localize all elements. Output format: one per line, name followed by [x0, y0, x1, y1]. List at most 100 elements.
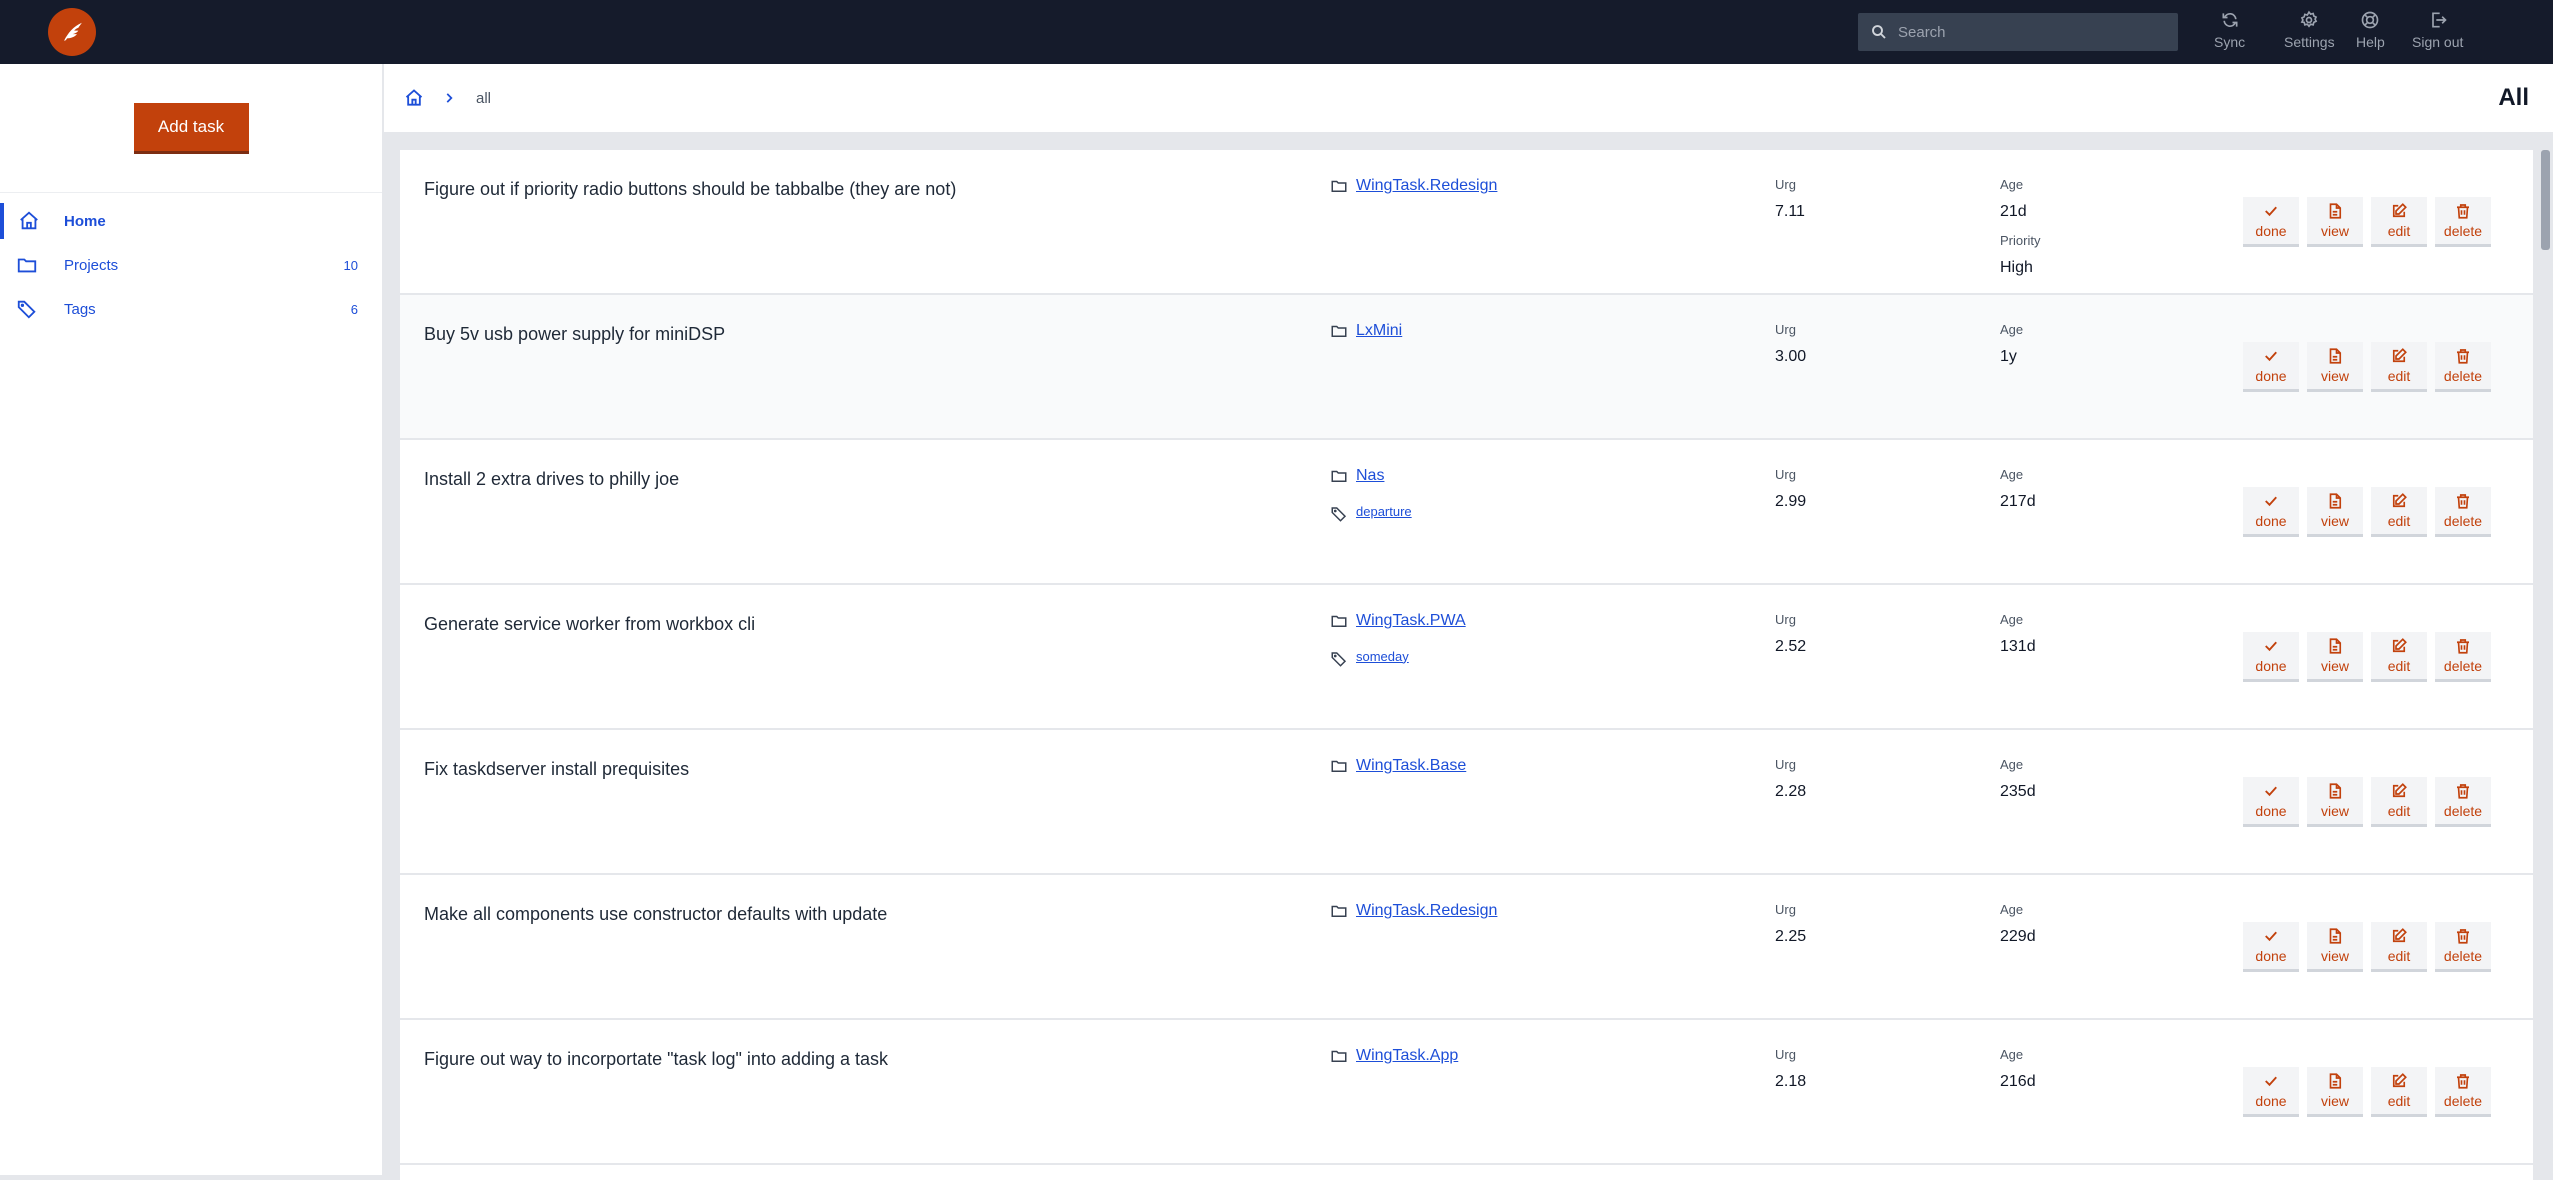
done-button[interactable]: done: [2243, 342, 2299, 392]
done-button[interactable]: done: [2243, 1067, 2299, 1117]
edit-button[interactable]: edit: [2371, 922, 2427, 972]
edit-icon: [2392, 638, 2407, 653]
check-icon: [2265, 206, 2277, 217]
edit-button[interactable]: edit: [2371, 632, 2427, 682]
view-button[interactable]: view: [2307, 342, 2363, 392]
sidebar-item-home[interactable]: Home: [0, 199, 382, 243]
task-meta: WingTask.Redesign: [1330, 900, 1497, 922]
urgency: Urg 2.99: [1775, 467, 1806, 513]
done-button[interactable]: done: [2243, 197, 2299, 247]
view-button[interactable]: view: [2307, 487, 2363, 537]
task-description[interactable]: Generate service worker from workbox cli: [424, 614, 755, 635]
project-link[interactable]: WingTask.Base: [1356, 757, 1466, 775]
age: Age 217d: [2000, 467, 2036, 513]
task-actions: done view edit delete: [2243, 777, 2491, 827]
done-label: done: [2255, 223, 2287, 239]
delete-button[interactable]: delete: [2435, 197, 2491, 247]
view-button[interactable]: view: [2307, 777, 2363, 827]
sidebar-item-tags[interactable]: Tags 6: [0, 287, 382, 331]
task-description[interactable]: Buy 5v usb power supply for miniDSP: [424, 324, 725, 345]
wing-logo[interactable]: [48, 8, 96, 56]
delete-button[interactable]: delete: [2435, 1067, 2491, 1117]
view-label: view: [2320, 368, 2349, 384]
check-icon: [2265, 1076, 2277, 1087]
sign-out-icon: [2431, 12, 2447, 28]
age-label: Age: [2000, 902, 2024, 917]
delete-label: delete: [2443, 223, 2483, 239]
done-button[interactable]: done: [2243, 777, 2299, 827]
check-icon: [2265, 931, 2277, 942]
sync-icon: [2222, 13, 2238, 27]
help-button[interactable]: Help: [2356, 10, 2385, 50]
search-box[interactable]: [1858, 13, 2178, 51]
breadcrumb: all All: [384, 64, 2553, 132]
delete-button[interactable]: delete: [2435, 922, 2491, 972]
age: Age 229d: [2000, 902, 2036, 948]
task-description[interactable]: Make all components use constructor defa…: [424, 904, 887, 925]
view-button[interactable]: view: [2307, 197, 2363, 247]
age: Age 21d Priority High: [2000, 177, 2040, 279]
task-meta: WingTask.Redesign: [1330, 175, 1497, 197]
project-link[interactable]: WingTask.Redesign: [1356, 902, 1497, 920]
edit-button[interactable]: edit: [2371, 342, 2427, 392]
delete-button[interactable]: delete: [2435, 342, 2491, 392]
view-button[interactable]: view: [2307, 1067, 2363, 1117]
tag-link[interactable]: departure: [1356, 504, 1412, 519]
sidebar-item-label: Home: [64, 212, 106, 230]
folder-icon: [1331, 905, 1347, 917]
view-label: view: [2320, 658, 2349, 674]
project-link[interactable]: Nas: [1356, 467, 1384, 485]
project-line: Nas: [1330, 465, 1412, 487]
search-input[interactable]: [1898, 23, 2158, 41]
edit-button[interactable]: edit: [2371, 777, 2427, 827]
urgency-value: 2.25: [1775, 928, 1807, 945]
urgency-value: 2.99: [1775, 493, 1807, 510]
done-label: done: [2255, 1093, 2287, 1109]
view-button[interactable]: view: [2307, 632, 2363, 682]
delete-label: delete: [2443, 1093, 2483, 1109]
tag-line: someday: [1330, 644, 1466, 668]
project-link[interactable]: WingTask.App: [1356, 1047, 1458, 1065]
urgency: Urg 2.28: [1775, 757, 1806, 803]
done-button[interactable]: done: [2243, 922, 2299, 972]
sign-out-button[interactable]: Sign out: [2412, 10, 2463, 50]
delete-button[interactable]: delete: [2435, 777, 2491, 827]
urgency-label: Urg: [1775, 467, 1796, 482]
sidebar-item-projects[interactable]: Projects 10: [0, 243, 382, 287]
gear-icon: [2300, 10, 2318, 28]
tags-count: 6: [350, 301, 358, 317]
edit-button[interactable]: edit: [2371, 1067, 2427, 1117]
age-value: 229d: [2000, 928, 2036, 945]
task-description[interactable]: Figure out if priority radio buttons sho…: [424, 179, 956, 200]
project-link[interactable]: LxMini: [1356, 322, 1402, 340]
age-value: 235d: [2000, 783, 2036, 800]
edit-button[interactable]: edit: [2371, 197, 2427, 247]
project-link[interactable]: WingTask.PWA: [1356, 612, 1466, 630]
delete-button[interactable]: delete: [2435, 487, 2491, 537]
view-button[interactable]: view: [2307, 922, 2363, 972]
project-line: WingTask.Redesign: [1330, 175, 1497, 197]
edit-button[interactable]: edit: [2371, 487, 2427, 537]
view-label: view: [2320, 1093, 2349, 1109]
task-description[interactable]: Fix taskdserver install prequisites: [424, 759, 689, 780]
sidebar-item-label: Projects: [64, 256, 119, 274]
done-button[interactable]: done: [2243, 632, 2299, 682]
sync-button[interactable]: Sync: [2214, 10, 2245, 50]
project-link[interactable]: WingTask.Redesign: [1356, 177, 1497, 195]
delete-button[interactable]: delete: [2435, 632, 2491, 682]
urgency: Urg 2.52: [1775, 612, 1806, 658]
task-actions: done view edit delete: [2243, 632, 2491, 682]
breadcrumb-current: all: [476, 89, 492, 107]
view-label: view: [2320, 223, 2349, 239]
add-task-button[interactable]: Add task: [133, 102, 249, 154]
task-description[interactable]: Install 2 extra drives to philly joe: [424, 469, 679, 490]
task-description[interactable]: Figure out way to incorportate "task log…: [424, 1049, 888, 1070]
document-icon: [2329, 493, 2342, 509]
urgency-value: 7.11: [1775, 203, 1805, 220]
settings-button[interactable]: Settings: [2284, 10, 2335, 50]
tag-link[interactable]: someday: [1356, 649, 1409, 664]
done-button[interactable]: done: [2243, 487, 2299, 537]
edit-icon: [2392, 928, 2407, 943]
scrollbar[interactable]: [2541, 150, 2550, 250]
breadcrumb-home-icon[interactable]: [404, 88, 424, 108]
